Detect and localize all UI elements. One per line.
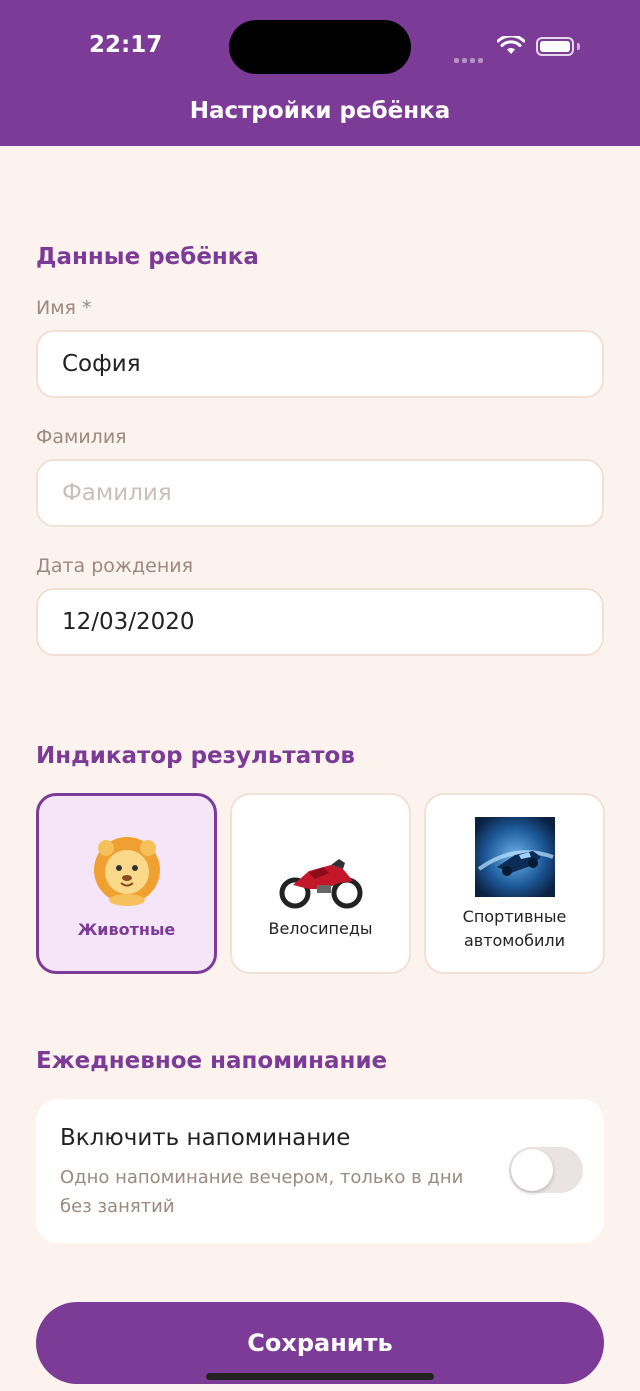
indicator-option-label: Спортивные автомобили [462,907,567,950]
child-data-section-title: Данные ребёнка [36,244,259,270]
reminder-card: Включить напоминание Одно напоминание ве… [36,1099,604,1243]
battery-icon [536,37,574,56]
first-name-label: Имя * [36,297,92,319]
reminder-toggle[interactable] [509,1147,583,1193]
first-name-input[interactable] [36,330,604,398]
reminder-section-title: Ежедневное напоминание [36,1048,388,1074]
reminder-toggle-description: Одно напоминание вечером, только в дни б… [60,1167,464,1217]
wifi-icon [497,36,525,54]
birth-date-label: Дата рождения [36,555,194,577]
dynamic-island [229,20,411,74]
indicator-option-sports-cars[interactable]: Спортивные автомобили [424,793,605,974]
reminder-toggle-title: Включить напоминание [60,1125,351,1151]
lion-icon [93,837,160,906]
signal-icon [454,48,486,67]
birth-date-input[interactable] [36,588,604,656]
last-name-input[interactable] [36,459,604,527]
indicator-option-bikes[interactable]: Велосипеды [230,793,411,974]
save-button[interactable]: Сохранить [36,1302,604,1384]
indicator-option-label: Животные [77,920,176,939]
indicator-option-animals[interactable]: Животные [36,793,217,974]
app-header: 22:17 Настройки ребёнка [0,0,640,146]
toggle-knob [511,1149,553,1191]
indicator-section-title: Индикатор результатов [36,743,355,769]
status-time: 22:17 [89,32,163,58]
indicator-option-label: Велосипеды [268,919,373,938]
motorcycle-icon [279,859,362,909]
sports-car-icon [474,817,555,897]
page-title: Настройки ребёнка [189,98,451,124]
last-name-label: Фамилия [36,426,127,448]
home-indicator [206,1373,434,1380]
